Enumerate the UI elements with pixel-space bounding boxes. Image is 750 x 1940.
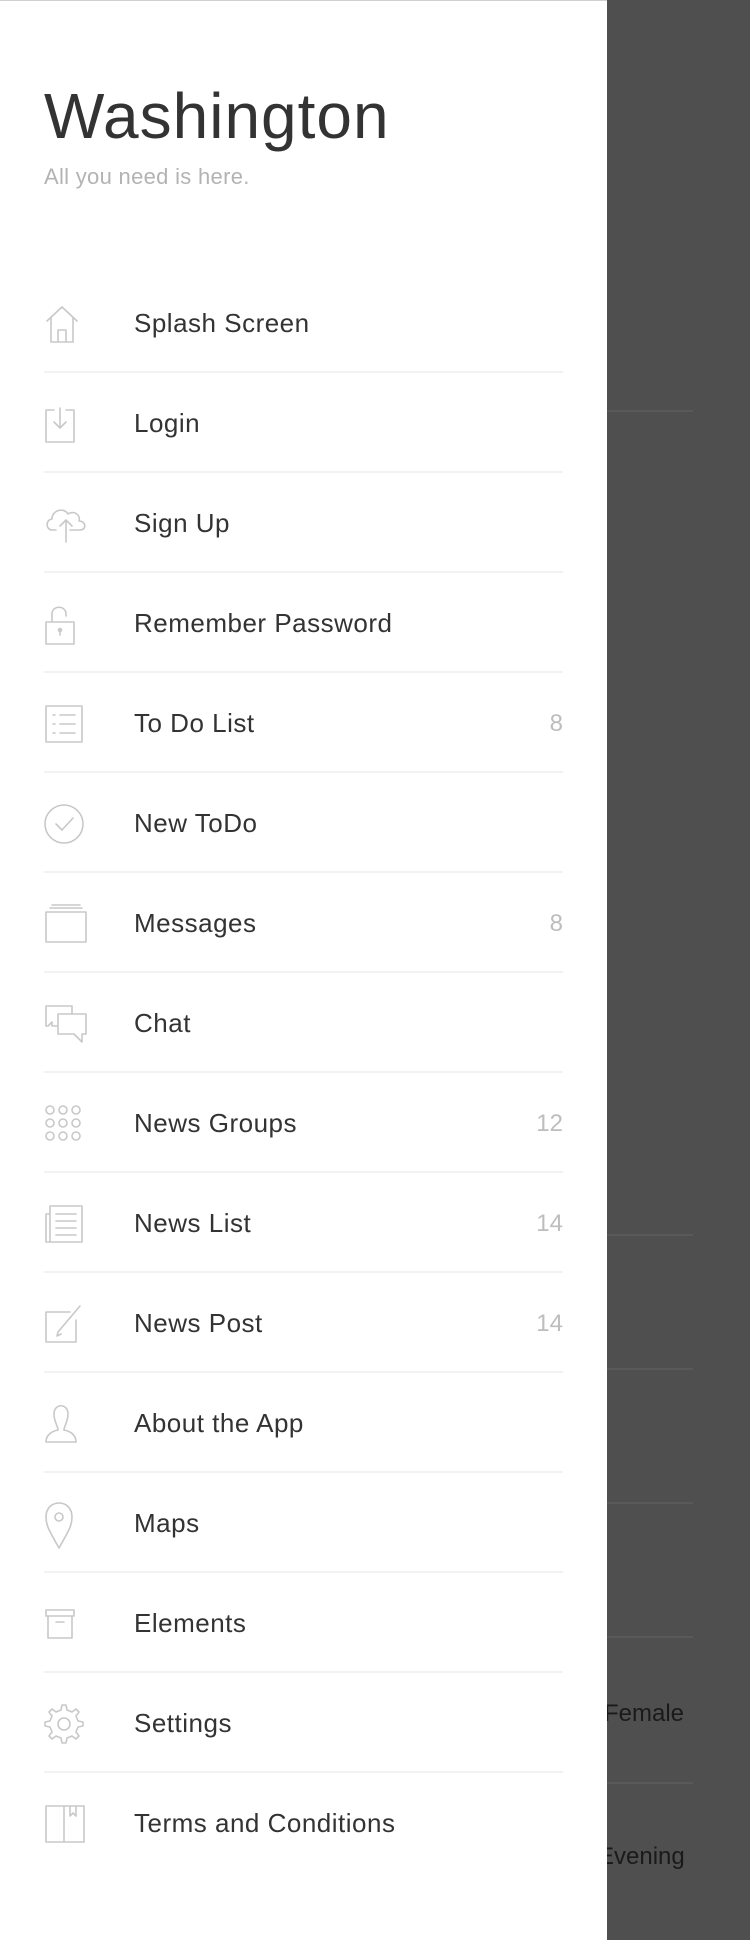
menu-item-new-todo[interactable]: New ToDo [0,773,607,873]
check-circle-icon [44,804,88,844]
menu-item-splash-screen[interactable]: Splash Screen [0,273,607,373]
background-divider [607,1636,693,1638]
document-list-icon [44,1204,88,1244]
edit-icon [44,1304,88,1344]
background-divider [607,1234,693,1236]
grid-dots-icon [44,1104,88,1144]
cloud-upload-icon [44,504,88,544]
gender-value: Female [604,1700,685,1727]
user-icon [44,1404,88,1444]
menu-item-label: Elements [134,1608,247,1638]
menu-item-label: News Post [134,1308,263,1338]
menu-item-sign-up[interactable]: Sign Up [0,473,607,573]
app-subtitle: All you need is here. [44,164,250,189]
menu-item-label: Messages [134,908,257,938]
menu-item-label: News List [134,1208,252,1238]
map-pin-icon [44,1502,88,1549]
background-divider [607,1782,693,1784]
archive-icon [44,1604,88,1644]
menu-item-terms-and-conditions[interactable]: Terms and Conditions [0,1773,607,1873]
background-divider [607,1502,693,1504]
menu-item-label: Maps [134,1508,200,1538]
menu-item-count: 14 [536,1310,563,1337]
menu-item-maps[interactable]: Maps [0,1473,607,1573]
menu-item-news-list[interactable]: News List 14 [0,1173,607,1273]
unlock-icon [44,604,88,645]
drawer-menu: Splash Screen Login Sign Up Remember Pas… [0,273,607,1873]
menu-item-label: Settings [134,1708,232,1738]
menu-item-label: About the App [134,1408,304,1438]
menu-item-settings[interactable]: Settings [0,1673,607,1773]
menu-item-count: 8 [549,710,563,737]
menu-item-label: Sign Up [134,508,230,538]
menu-item-count: 14 [536,1210,563,1237]
menu-item-login[interactable]: Login [0,373,607,473]
inbox-icon [44,904,88,944]
menu-item-count: 12 [536,1110,563,1137]
menu-item-label: News Groups [134,1108,297,1138]
navigation-drawer: Washington All you need is here. Splash … [0,0,607,1940]
home-icon [44,304,88,344]
gear-icon [44,1704,88,1744]
menu-item-remember-password[interactable]: Remember Password [0,573,607,673]
menu-item-label: Login [134,408,201,438]
background-divider [607,410,693,412]
menu-item-label: To Do List [134,708,255,738]
menu-item-label: Chat [134,1008,191,1038]
menu-item-messages[interactable]: Messages 8 [0,873,607,973]
time-value: Evening [598,1843,685,1870]
menu-item-label: Remember Password [134,608,393,638]
download-icon [44,404,88,444]
menu-item-news-groups[interactable]: News Groups 12 [0,1073,607,1173]
menu-item-chat[interactable]: Chat [0,973,607,1073]
book-icon [44,1804,88,1844]
menu-item-news-post[interactable]: News Post 14 [0,1273,607,1373]
menu-item-label: Splash Screen [134,308,310,338]
menu-item-about-the-app[interactable]: About the App [0,1373,607,1473]
menu-item-label: New ToDo [134,808,258,838]
background-divider [607,1368,693,1370]
menu-item-label: Terms and Conditions [134,1808,396,1838]
list-icon [44,704,88,744]
chat-bubbles-icon [44,1004,88,1044]
menu-item-elements[interactable]: Elements [0,1573,607,1673]
menu-item-to-do-list[interactable]: To Do List 8 [0,673,607,773]
app-title: Washington [44,80,390,152]
menu-item-count: 8 [549,910,563,937]
